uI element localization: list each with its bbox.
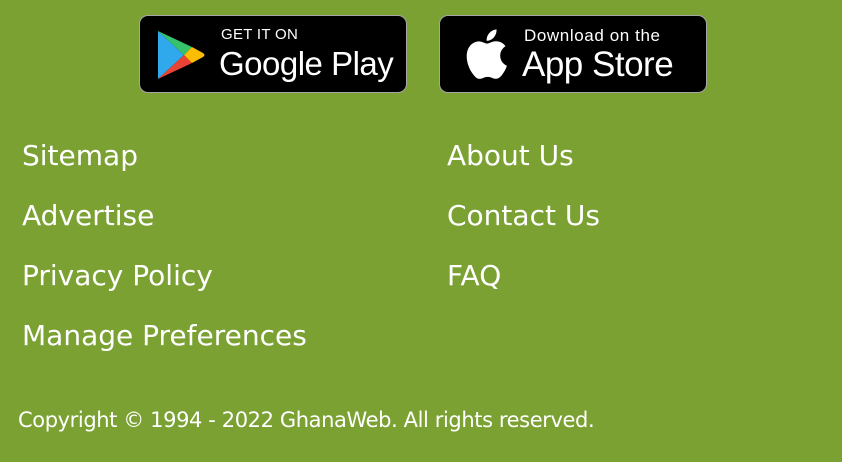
google-play-small-text: GET IT ON bbox=[221, 26, 299, 43]
footer-link-item: Advertise bbox=[22, 193, 307, 253]
footer-link-item: Manage Preferences bbox=[22, 313, 307, 373]
google-play-icon bbox=[158, 31, 205, 79]
footer-link-item: Contact Us bbox=[447, 193, 600, 253]
footer-link-item: Privacy Policy bbox=[22, 253, 307, 313]
google-play-badge[interactable]: GET IT ON Google Play bbox=[139, 15, 407, 93]
app-store-badge[interactable]: Download on the App Store bbox=[439, 15, 707, 93]
footer-links-right: About Us Contact Us FAQ bbox=[447, 133, 600, 313]
apple-icon bbox=[466, 29, 507, 79]
app-store-small-text: Download on the bbox=[524, 26, 661, 45]
advertise-link[interactable]: Advertise bbox=[22, 199, 154, 232]
privacy-policy-link[interactable]: Privacy Policy bbox=[22, 259, 213, 292]
faq-link[interactable]: FAQ bbox=[447, 259, 501, 292]
app-store-big-text: App Store bbox=[522, 45, 674, 84]
footer-link-item: Sitemap bbox=[22, 133, 307, 193]
google-play-big-text: Google Play bbox=[219, 45, 394, 82]
footer-link-item: About Us bbox=[447, 133, 600, 193]
footer-links: Sitemap Advertise Privacy Policy Manage … bbox=[0, 133, 842, 373]
about-us-link[interactable]: About Us bbox=[447, 139, 574, 172]
copyright-text: Copyright © 1994 - 2022 GhanaWeb. All ri… bbox=[18, 408, 595, 432]
manage-preferences-link[interactable]: Manage Preferences bbox=[22, 319, 307, 352]
contact-us-link[interactable]: Contact Us bbox=[447, 199, 600, 232]
footer-link-item: FAQ bbox=[447, 253, 600, 313]
footer-links-left: Sitemap Advertise Privacy Policy Manage … bbox=[22, 133, 307, 373]
sitemap-link[interactable]: Sitemap bbox=[22, 139, 138, 172]
